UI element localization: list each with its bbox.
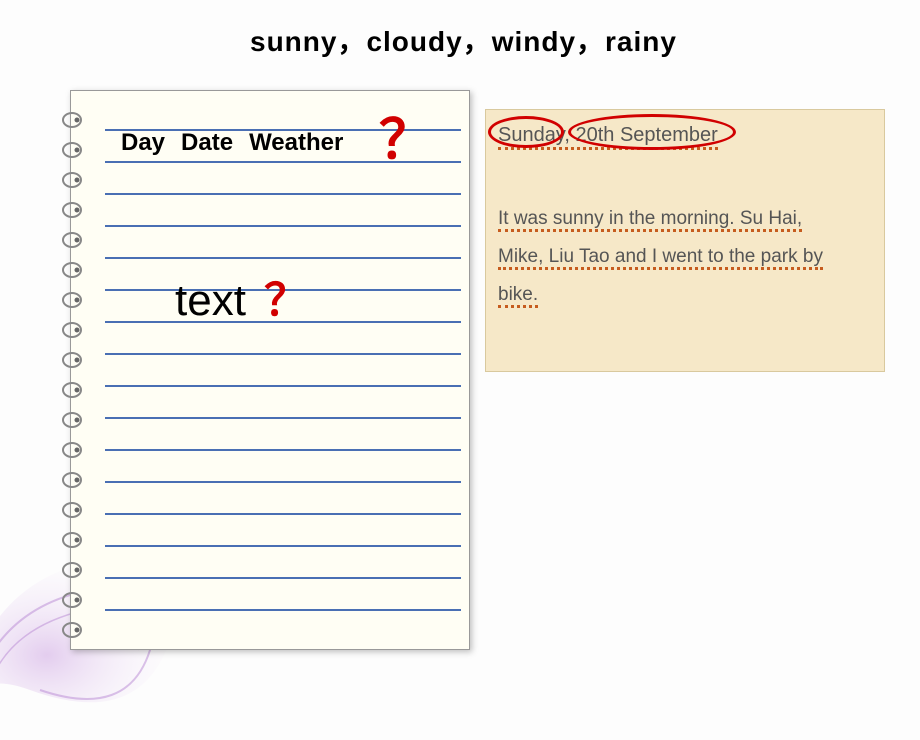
body-text-label: text <box>175 276 246 325</box>
sticky-body-line2: Mike, Liu Tao and I went to the park by <box>498 246 823 270</box>
notebook: Day Date Weather ？ text ？ <box>70 90 470 650</box>
sticky-dateline-text: Sunday, 20th September <box>498 124 718 150</box>
notebook-page: Day Date Weather ？ text ？ <box>105 99 461 641</box>
header-date: Date <box>181 129 233 157</box>
sticky-body-line1: It was sunny in the morning. Su Hai, <box>498 208 802 232</box>
notebook-header-row: Day Date Weather <box>121 129 343 157</box>
question-mark-body: ？ <box>264 276 308 325</box>
spiral-binding <box>57 105 83 645</box>
sticky-note: Sunday, 20th September It was sunny in t… <box>485 109 885 372</box>
header-day: Day <box>121 129 165 157</box>
question-mark-header: ？ <box>379 95 433 174</box>
sticky-dateline: Sunday, 20th September <box>486 110 884 160</box>
sticky-body-line3: bike. <box>498 284 538 308</box>
notebook-body-placeholder: text ？ <box>175 264 308 328</box>
header-weather: Weather <box>249 129 343 157</box>
sticky-body: It was sunny in the morning. Su Hai, Mik… <box>486 160 884 324</box>
weather-words-list: sunny，cloudy，windy，rainy <box>250 20 677 60</box>
